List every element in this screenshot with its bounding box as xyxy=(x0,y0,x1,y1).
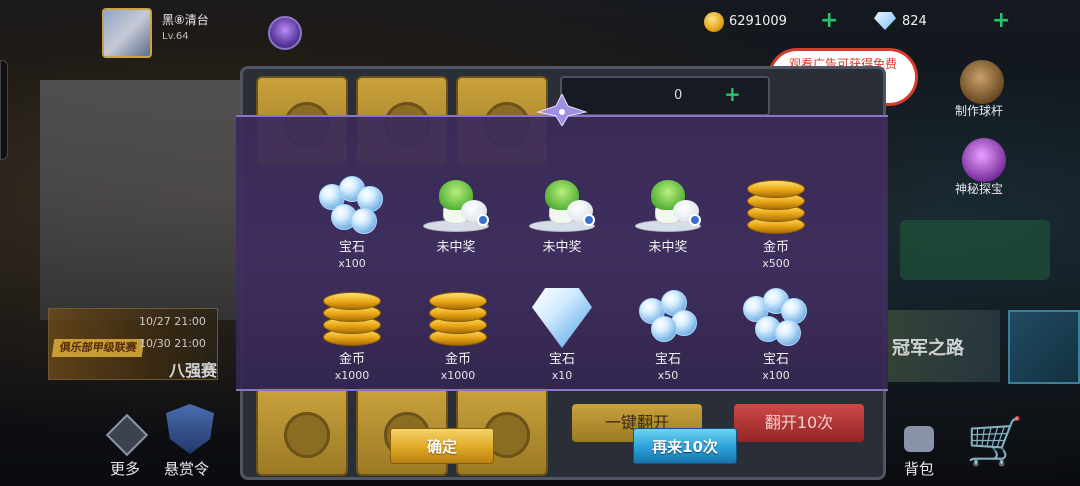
rank-badge-icon[interactable] xyxy=(268,16,302,50)
board-counter-value: 0 xyxy=(674,88,683,103)
reward-item: 金币 x500 xyxy=(726,176,826,280)
reward-item: 未中奖 xyxy=(512,176,612,280)
diamond-icon xyxy=(523,288,601,350)
champion-road-label: 冠军之路 xyxy=(892,338,964,359)
reward-name: 未中奖 xyxy=(648,240,688,255)
confirm-button[interactable]: 确定 xyxy=(390,428,494,464)
nav-more[interactable]: 更多 xyxy=(110,458,140,479)
reward-qty: x50 xyxy=(657,369,679,382)
league-event-banner[interactable]: 俱乐部甲级联赛 10/27 21:00 10/30 21:00 八强赛 xyxy=(48,308,218,380)
shop-cart-icon[interactable]: 🛒 xyxy=(966,418,1023,464)
reward-item: 宝石 x50 xyxy=(618,288,718,392)
reward-name: 金币 xyxy=(444,352,471,367)
reward-item: 宝石 x100 xyxy=(302,176,402,280)
pool-hall-wall xyxy=(40,80,260,320)
nav-bag[interactable]: 背包 xyxy=(904,458,934,479)
coin-stack-icon xyxy=(313,288,391,350)
side-drawer-handle[interactable] xyxy=(0,60,8,160)
gem-count: 824 xyxy=(902,14,927,29)
card-slot[interactable] xyxy=(256,386,348,476)
reward-qty: x10 xyxy=(551,369,573,382)
reward-item: 金币 x1000 xyxy=(408,288,508,392)
player-avatar[interactable] xyxy=(102,8,152,58)
reward-qty: x1000 xyxy=(334,369,370,382)
gem-icon xyxy=(874,12,896,30)
event-date-2: 10/30 21:00 xyxy=(139,337,206,350)
event-date-1: 10/27 21:00 xyxy=(139,315,206,328)
nav-bounty[interactable]: 悬赏令 xyxy=(164,458,209,479)
reward-qty: x500 xyxy=(762,257,790,270)
reward-item: 宝石 x10 xyxy=(512,288,612,392)
reward-name: 宝石 xyxy=(548,352,575,367)
reward-name: 金币 xyxy=(338,352,365,367)
cabbage-icon xyxy=(523,176,601,238)
pool-table-scenery xyxy=(900,220,1050,280)
cabbage-icon xyxy=(417,176,495,238)
champion-road-banner[interactable]: 冠军之路 xyxy=(880,310,1000,382)
gem-pile-icon xyxy=(629,288,707,350)
reward-item: 金币 x1000 xyxy=(302,288,402,392)
player-name: 黑⑧清台 xyxy=(162,13,209,27)
event-title: 俱乐部甲级联赛 xyxy=(51,339,145,357)
draw-again-button[interactable]: 再来10次 xyxy=(633,428,737,464)
board-plus-icon[interactable]: + xyxy=(724,84,741,104)
reward-name: 宝石 xyxy=(654,352,681,367)
reward-name: 未中奖 xyxy=(542,240,582,255)
feature-label-treasure[interactable]: 神秘探宝 xyxy=(955,180,1003,197)
reward-item: 未中奖 xyxy=(406,176,506,280)
add-coins-plus-icon[interactable]: + xyxy=(820,10,838,32)
feature-label-make-cue[interactable]: 制作球杆 xyxy=(955,102,1003,119)
reward-name: 未中奖 xyxy=(436,240,476,255)
side-feature-slot[interactable] xyxy=(1008,310,1080,384)
reward-item: 未中奖 xyxy=(618,176,718,280)
reward-name: 宝石 xyxy=(338,240,365,255)
reward-name: 宝石 xyxy=(762,352,789,367)
reward-name: 金币 xyxy=(762,240,789,255)
player-level: Lv.64 xyxy=(162,31,189,42)
coin-icon xyxy=(704,12,724,32)
bag-icon[interactable] xyxy=(904,426,934,452)
coin-stack-icon xyxy=(737,176,815,238)
reward-qty: x100 xyxy=(338,257,366,270)
flip-ten-button[interactable]: 翻开10次 xyxy=(734,404,864,442)
reward-qty: x1000 xyxy=(440,369,476,382)
treasure-icon[interactable] xyxy=(962,138,1006,182)
coin-count: 6291009 xyxy=(729,14,787,29)
add-gems-plus-icon[interactable]: + xyxy=(992,10,1010,32)
gem-pile-icon xyxy=(313,176,391,238)
cue-icon[interactable] xyxy=(960,60,1004,104)
coin-stack-icon xyxy=(419,288,497,350)
cabbage-icon xyxy=(629,176,707,238)
reward-qty: x100 xyxy=(762,369,790,382)
top-bar: 黑⑧清台 Lv.64 6291009 + 824 + xyxy=(0,0,1080,60)
event-stage: 八强赛 xyxy=(169,361,218,380)
gem-pile-icon xyxy=(737,288,815,350)
reward-item: 宝石 x100 xyxy=(726,288,826,392)
crown-ornament-icon xyxy=(536,94,588,126)
